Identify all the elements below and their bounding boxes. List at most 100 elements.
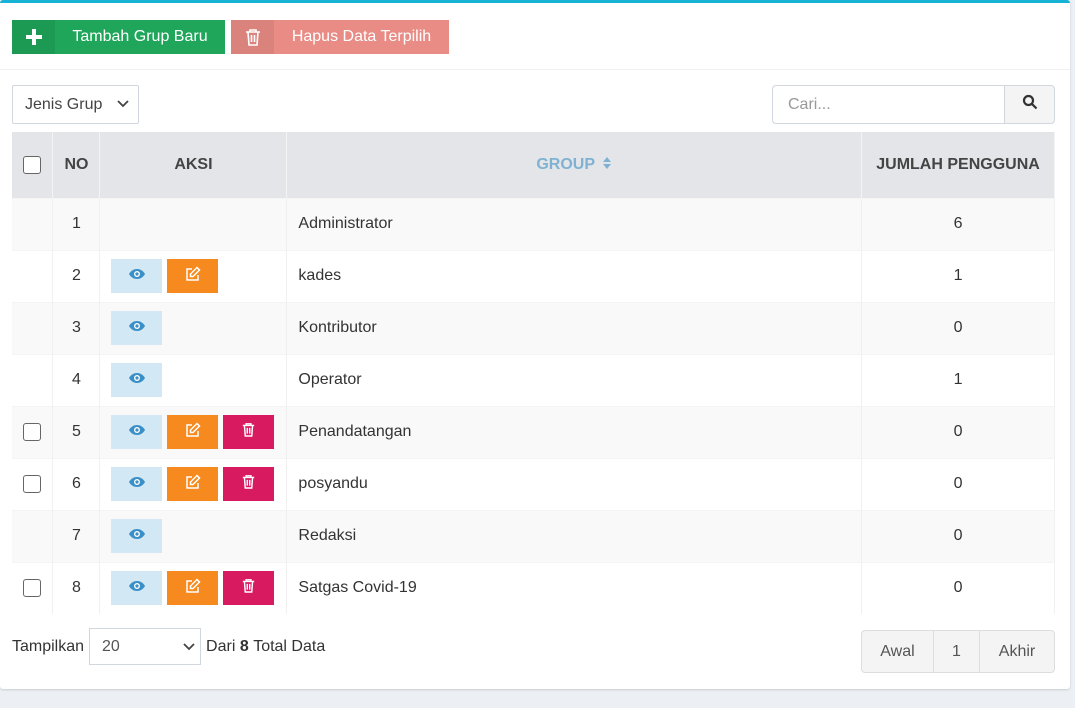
add-group-label: Tambah Grup Baru [72,28,208,45]
row-group-name: Operator [286,353,863,406]
row-no: 1 [52,197,101,250]
delete-button[interactable] [223,467,275,501]
group-header-label: GROUP [536,155,595,173]
row-actions [99,509,288,562]
eye-icon [128,423,146,441]
row-checkbox[interactable] [23,422,42,441]
page-size-value: 20 [102,637,120,655]
table-row: 2 kades 1 [12,249,1055,302]
chevron-down-icon [116,96,130,115]
row-no: 8 [52,561,101,614]
trash-icon [242,474,255,494]
row-checkbox[interactable] [23,474,42,493]
eye-icon [128,527,146,545]
row-user-count: 0 [861,457,1055,510]
row-actions [99,457,288,510]
trash-icon [242,422,255,442]
row-actions [99,353,288,406]
sort-icon [599,156,612,173]
edit-button[interactable] [167,571,219,606]
row-select-cell [12,405,54,458]
row-select-cell [12,457,54,510]
table-header-row: NO AKSI GROUP JUMLAH PENGGUNA [12,132,1055,198]
row-group-name: Satgas Covid-19 [286,561,863,614]
row-no: 4 [52,353,101,406]
total-data-label: Total Data [253,637,326,655]
row-user-count: 0 [861,561,1055,614]
row-actions [99,197,288,250]
delete-button[interactable] [223,571,275,606]
row-group-name: Administrator [286,197,863,250]
add-group-button[interactable]: Tambah Grup Baru [12,20,225,54]
table-row: 6 posyandu 0 [12,457,1055,510]
select-all-header [12,132,54,198]
table-row: 5 Penandatangan 0 [12,405,1055,458]
pagination: Awal 1 Akhir [861,630,1055,673]
view-button[interactable] [111,519,163,553]
eye-icon [128,371,146,389]
row-no: 2 [52,249,101,302]
row-actions [99,301,288,354]
view-button[interactable] [111,415,163,449]
page-1-button[interactable]: 1 [934,631,980,672]
delete-button[interactable] [223,415,275,449]
search-button[interactable] [1004,85,1055,124]
group-type-filter[interactable]: Jenis Grup [12,85,139,124]
row-no: 6 [52,457,101,510]
eye-icon [128,475,146,493]
row-user-count: 0 [861,509,1055,562]
edit-button[interactable] [167,259,219,293]
group-header[interactable]: GROUP [286,132,863,198]
trash-icon [231,20,274,54]
delete-selected-label: Hapus Data Terpilih [291,28,432,45]
page-first-button[interactable]: Awal [862,631,934,672]
table-row: 7 Redaksi 0 [12,509,1055,562]
view-button[interactable] [111,363,163,397]
eye-icon [128,267,146,285]
toolbar: Tambah Grup Baru Hapus Data Terpilih [0,3,1070,70]
edit-button[interactable] [167,467,219,501]
from-label: Dari [206,637,236,655]
total-count: 8 [239,637,249,655]
row-user-count: 0 [861,301,1055,354]
row-user-count: 1 [861,249,1055,302]
table-row: 1 Administrator 6 [12,197,1055,250]
row-select-cell [12,509,54,562]
edit-icon [185,265,201,287]
row-select-cell [12,249,54,302]
view-button[interactable] [111,311,163,345]
chevron-down-icon [182,639,196,658]
main-box: Tambah Grup Baru Hapus Data Terpilih Jen… [0,0,1070,689]
view-button[interactable] [111,467,163,501]
show-label: Tampilkan [12,637,85,655]
edit-button[interactable] [167,415,219,449]
table-row: 8 Satgas Covid-19 0 [12,561,1055,614]
page-size-select[interactable]: 20 [89,628,202,665]
row-group-name: kades [286,249,863,302]
search-box: Cari... [772,85,1055,124]
row-checkbox[interactable] [23,579,42,598]
edit-icon [185,473,201,495]
row-group-name: posyandu [286,457,863,510]
row-no: 7 [52,509,101,562]
edit-icon [185,421,201,443]
page-last-button[interactable]: Akhir [980,631,1054,672]
eye-icon [128,319,146,337]
row-actions [99,249,288,302]
edit-icon [185,578,201,599]
row-select-cell [12,197,54,250]
trash-icon [242,578,255,598]
row-user-count: 1 [861,353,1055,406]
search-input[interactable]: Cari... [772,85,1004,124]
group-type-filter-label: Jenis Grup [25,95,103,113]
view-button[interactable] [111,571,163,606]
row-select-cell [12,353,54,406]
plus-icon [12,20,55,54]
aksi-header: AKSI [99,132,288,198]
row-group-name: Redaksi [286,509,863,562]
select-all-checkbox[interactable] [23,155,42,174]
view-button[interactable] [111,259,163,293]
row-select-cell [12,301,54,354]
row-actions [99,405,288,458]
delete-selected-button[interactable]: Hapus Data Terpilih [231,20,449,54]
